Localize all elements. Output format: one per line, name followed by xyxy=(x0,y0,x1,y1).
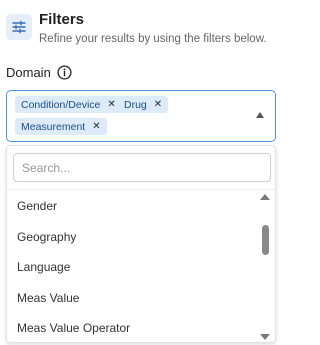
caret-up-icon[interactable] xyxy=(256,112,264,118)
chip-remove-icon[interactable]: ✕ xyxy=(107,99,115,110)
option-meas-value-operator[interactable]: Meas Value Operator xyxy=(17,321,130,335)
option-geography[interactable]: Geography xyxy=(17,230,76,244)
domain-label-row: Domain xyxy=(6,65,72,80)
chip-drug: Drug ✕ xyxy=(118,96,169,113)
page-subtitle: Refine your results by using the filters… xyxy=(39,33,267,45)
scroll-up-icon[interactable] xyxy=(260,194,270,200)
filters-panel: Filters Refine your results by using the… xyxy=(0,0,282,345)
chip-remove-icon[interactable]: ✕ xyxy=(154,99,162,110)
sliders-icon xyxy=(6,14,32,40)
option-language[interactable]: Language xyxy=(17,260,70,274)
chip-remove-icon[interactable]: ✕ xyxy=(92,121,100,132)
option-meas-value[interactable]: Meas Value xyxy=(17,291,79,305)
option-gender[interactable]: Gender xyxy=(17,199,57,213)
divider xyxy=(7,189,275,190)
chip-label: Measurement xyxy=(21,120,86,133)
search-input[interactable] xyxy=(13,153,271,182)
domain-multiselect[interactable]: Condition/Device ✕ Drug ✕ Measurement ✕ xyxy=(6,90,276,142)
scroll-down-icon[interactable] xyxy=(260,334,270,340)
page-title: Filters xyxy=(39,11,85,28)
scrollbar-thumb[interactable] xyxy=(262,225,269,255)
chip-label: Condition/Device xyxy=(21,98,101,111)
domain-label: Domain xyxy=(6,65,51,80)
dropdown-panel: Gender Geography Language Meas Value Mea… xyxy=(6,145,276,343)
info-icon[interactable] xyxy=(57,65,72,80)
chip-condition-device: Condition/Device ✕ xyxy=(15,96,122,113)
chip-measurement: Measurement ✕ xyxy=(15,118,107,135)
chip-label: Drug xyxy=(124,98,147,111)
